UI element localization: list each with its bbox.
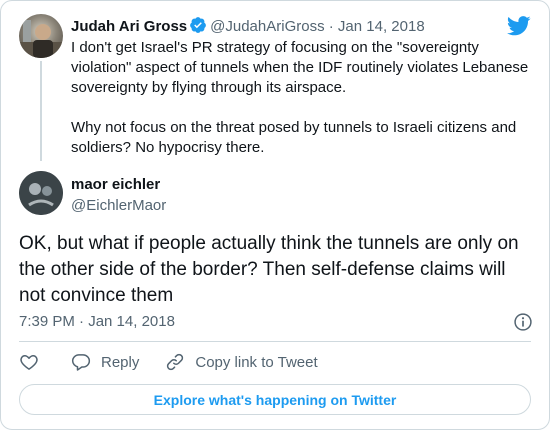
copy-link-button[interactable]: Copy link to Tweet [165,352,318,372]
tweet-embed-card: Judah Ari Gross @JudahAriGross · Jan 14, … [0,0,550,430]
date-separator: · [328,18,334,35]
tweet-date[interactable]: Jan 14, 2018 [338,18,425,35]
reply-button[interactable]: Reply [71,352,139,372]
info-icon[interactable] [513,312,533,332]
avatar[interactable] [19,14,63,58]
author-handle[interactable]: @EichlerMaor [71,196,166,216]
twitter-bird-icon[interactable] [507,16,531,36]
author-name[interactable]: maor eichler [71,175,160,195]
like-button[interactable] [19,352,39,372]
reply-label: Reply [101,353,140,371]
author-handle[interactable]: @JudahAriGross [210,18,324,35]
parent-tweet-text: I don't get Israel's PR strategy of focu… [71,38,531,158]
explore-twitter-button[interactable]: Explore what's happening on Twitter [19,384,531,415]
verified-badge-icon [190,17,207,33]
reply-icon [71,354,91,371]
parent-tweet-header: Judah Ari Gross @JudahAriGross · Jan 14, … [71,16,425,37]
avatar[interactable] [19,171,63,215]
tweet-paragraph: I don't get Israel's PR strategy of focu… [71,39,529,96]
tweet-timestamp[interactable]: 7:39 PM · Jan 14, 2018 [19,312,175,332]
link-icon [167,353,184,371]
tweet-actions: Reply Copy link to Tweet [19,351,318,373]
heart-icon [20,355,38,370]
author-name[interactable]: Judah Ari Gross [71,18,187,35]
tweet-text: OK, but what if people actually think th… [19,233,519,306]
divider [19,341,531,342]
copy-link-label: Copy link to Tweet [195,353,318,371]
tweet-paragraph: Why not focus on the threat posed by tun… [71,119,517,156]
thread-connector-line [40,61,42,161]
